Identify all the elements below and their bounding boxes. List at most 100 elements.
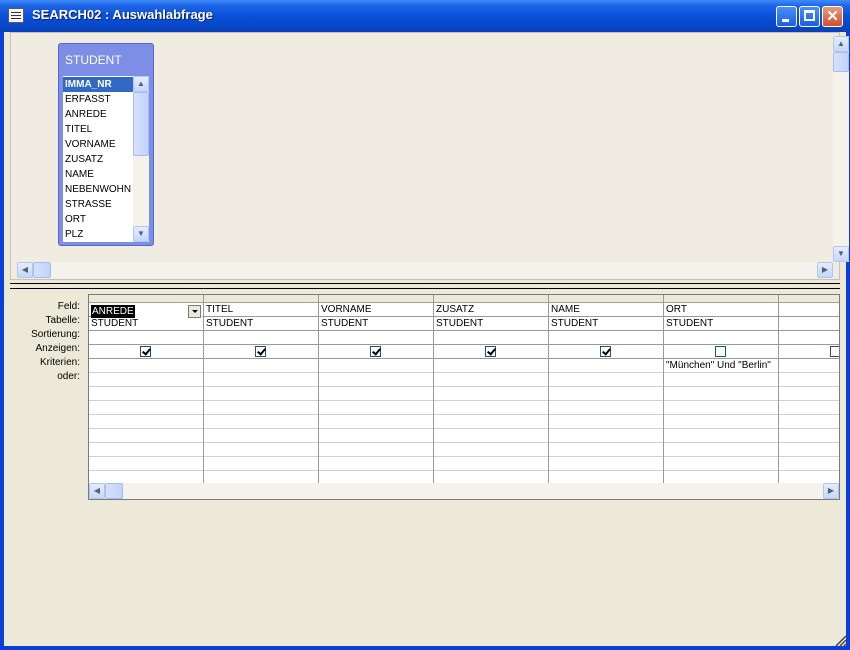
field-list-student[interactable]: STUDENT ▲ ▼ IMMA_NR ERFASST ANREDE TITEL VOR… (58, 43, 154, 246)
show-checkbox[interactable] (140, 346, 151, 357)
scroll-thumb[interactable] (33, 262, 51, 278)
grid-cell-tabelle[interactable]: STUDENT (91, 317, 202, 330)
row-label-tabelle: Tabelle: (45, 315, 80, 326)
scroll-thumb[interactable] (105, 483, 123, 499)
scroll-thumb[interactable] (133, 92, 149, 156)
field-list-item[interactable]: IMMA_NR (63, 77, 133, 92)
grid-cell-feld[interactable]: ZUSATZ (436, 303, 547, 316)
field-list-box[interactable]: ▲ ▼ IMMA_NR ERFASST ANREDE TITEL VORNAME ZUSA… (62, 75, 150, 243)
grid-cell-kriterien[interactable] (91, 359, 203, 372)
maximize-icon (804, 10, 815, 21)
query-window: SEARCH02 : Auswahlabfrage ✕ STUDENT ▲ ▼ … (0, 0, 850, 650)
field-list-scrollbar[interactable]: ▲ ▼ (133, 76, 149, 242)
grid-cell-feld[interactable]: NAME (551, 303, 662, 316)
pane-splitter[interactable] (10, 283, 840, 289)
grid-row-line (89, 344, 839, 345)
field-list-item[interactable]: VORNAME (65, 137, 116, 152)
client-area: STUDENT ▲ ▼ IMMA_NR ERFASST ANREDE TITEL VOR… (4, 32, 849, 646)
grid-cell-sortierung[interactable] (321, 331, 432, 344)
field-list-title: STUDENT (65, 53, 122, 67)
grid-column-line (663, 295, 664, 499)
field-list-item[interactable]: NAME (65, 167, 94, 182)
grid-row-line (89, 442, 839, 443)
scroll-thumb[interactable] (833, 52, 849, 72)
show-checkbox[interactable] (600, 346, 611, 357)
grid-column-line (778, 295, 779, 499)
field-list-item[interactable]: ANREDE (65, 107, 107, 122)
grid-column-line (203, 295, 204, 499)
grid-cell-tabelle[interactable] (781, 317, 839, 330)
field-list-item[interactable]: NEBENWOHN (65, 182, 131, 197)
scroll-down-icon[interactable]: ▼ (133, 226, 149, 242)
grid-cell-sortierung[interactable] (436, 331, 547, 344)
query-design-grid[interactable]: ANREDE STUDENT TITEL STUDENT VORNAME STUDENT Z… (88, 294, 840, 500)
query-icon[interactable] (8, 8, 24, 23)
window-title: SEARCH02 : Auswahlabfrage (32, 7, 213, 22)
grid-cell-feld[interactable]: VORNAME (321, 303, 432, 316)
row-label-kriterien: Kriterien: (39, 357, 80, 368)
grid-cell-kriterien[interactable] (321, 359, 433, 372)
show-checkbox[interactable] (830, 346, 839, 357)
grid-cell-sortierung[interactable] (551, 331, 662, 344)
show-checkbox[interactable] (715, 346, 726, 357)
grid-row-line (89, 470, 839, 471)
grid-cell-sortierung[interactable] (666, 331, 777, 344)
row-label-sortierung: Sortierung: (31, 329, 80, 340)
title-bar[interactable]: SEARCH02 : Auswahlabfrage ✕ (0, 0, 850, 32)
grid-cell-sortierung[interactable] (91, 331, 202, 344)
show-checkbox[interactable] (485, 346, 496, 357)
grid-row-line (89, 372, 839, 373)
show-checkbox[interactable] (370, 346, 381, 357)
scroll-left-icon[interactable]: ◀ (17, 262, 33, 278)
grid-row-line (89, 456, 839, 457)
field-list-item[interactable]: ORT (65, 212, 86, 227)
grid-cell-sortierung[interactable] (781, 331, 839, 344)
grid-column-line (318, 295, 319, 499)
field-list-item[interactable]: STRASSE (65, 197, 112, 212)
grid-cell-tabelle[interactable]: STUDENT (666, 317, 777, 330)
minimize-button[interactable] (776, 6, 797, 27)
field-list-item[interactable]: PLZ (65, 227, 83, 242)
field-list-item[interactable]: ERFASST (65, 92, 111, 107)
grid-cell-feld[interactable] (781, 303, 839, 316)
grid-row-line (89, 428, 839, 429)
grid-cell-kriterien[interactable] (206, 359, 318, 372)
grid-cell-kriterien[interactable] (781, 359, 839, 372)
grid-row-line (89, 414, 839, 415)
scroll-right-icon[interactable]: ▶ (817, 262, 833, 278)
scroll-right-icon[interactable]: ▶ (823, 483, 839, 499)
table-pane-hscroll[interactable]: ◀ ▶ (17, 262, 833, 278)
row-label-oder: oder: (57, 371, 80, 382)
field-list-item[interactable]: ZUSATZ (65, 152, 103, 167)
resize-grip-icon[interactable] (834, 634, 848, 648)
grid-cell-kriterien[interactable] (551, 359, 663, 372)
grid-cell-tabelle[interactable]: STUDENT (321, 317, 432, 330)
close-button[interactable]: ✕ (822, 6, 843, 27)
grid-cell-tabelle[interactable]: STUDENT (206, 317, 317, 330)
maximize-button[interactable] (799, 6, 820, 27)
scroll-up-icon[interactable]: ▲ (133, 76, 149, 92)
show-checkbox[interactable] (255, 346, 266, 357)
grid-cell-kriterien[interactable] (436, 359, 548, 372)
grid-column-line (548, 295, 549, 499)
row-label-anzeigen: Anzeigen: (35, 343, 80, 354)
grid-column-selectors[interactable] (89, 295, 839, 303)
grid-cell-feld[interactable]: TITEL (206, 303, 317, 316)
scroll-down-icon[interactable]: ▼ (833, 246, 849, 262)
grid-cell-kriterien[interactable]: "München" Und "Berlin" (666, 359, 778, 372)
minimize-icon (782, 19, 789, 22)
grid-cell-tabelle[interactable]: STUDENT (551, 317, 662, 330)
grid-cell-tabelle[interactable]: STUDENT (436, 317, 547, 330)
grid-cell-sortierung[interactable] (206, 331, 317, 344)
grid-column-line (433, 295, 434, 499)
row-label-feld: Feld: (57, 301, 80, 312)
scroll-up-icon[interactable]: ▲ (833, 36, 849, 52)
grid-row-line (89, 386, 839, 387)
scroll-left-icon[interactable]: ◀ (89, 483, 105, 499)
field-list-item[interactable]: TITEL (65, 122, 92, 137)
table-pane[interactable]: STUDENT ▲ ▼ IMMA_NR ERFASST ANREDE TITEL VOR… (10, 32, 849, 280)
close-icon: ✕ (826, 8, 839, 25)
grid-hscroll[interactable]: ◀ ▶ (89, 483, 839, 499)
table-pane-vscroll[interactable]: ▲ ▼ (833, 36, 849, 262)
grid-cell-feld[interactable]: ORT (666, 303, 777, 316)
